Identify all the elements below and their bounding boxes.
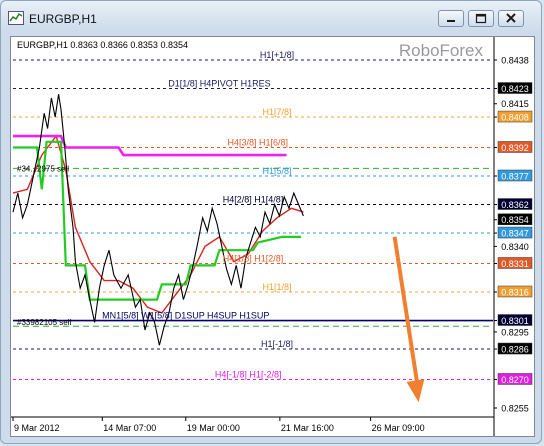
- title-bar[interactable]: EURGBP,H1: [1, 1, 543, 35]
- time-label: 26 Mar 09:00: [372, 423, 425, 433]
- level-label: H1[+1/8]: [260, 50, 294, 60]
- time-label: 19 Mar 00:00: [187, 423, 240, 433]
- minimize-icon: [447, 20, 455, 22]
- price-label: 0.8270: [501, 375, 529, 385]
- chart-window: EURGBP,H1 EURGBP,H1 0.8363 0.8366 0.8353…: [0, 0, 542, 444]
- level-label: MN1[5/8] W1[5/8] D1SUP H4SUP H1SUP: [102, 311, 269, 321]
- close-button[interactable]: [498, 10, 524, 27]
- level-label: H1[1/8]: [262, 282, 291, 292]
- forecast-arrow-head: [406, 379, 425, 403]
- level-label: D1[1/8] H4PIVOT H1RES: [168, 79, 270, 89]
- level-label: H4[-1/8] H1[-2/8]: [215, 369, 282, 379]
- price-label: 0.8255: [501, 404, 529, 414]
- level-label: H1[7/8]: [262, 107, 291, 117]
- price-label: 0.8316: [501, 288, 529, 298]
- price-label: 0.8415: [501, 99, 529, 109]
- price-label: 0.8377: [501, 172, 529, 182]
- symbol-info: EURGBP,H1 0.8363 0.8366 0.8353 0.8354: [17, 40, 188, 50]
- level-label: H1[5/8]: [262, 166, 291, 176]
- price-label: 0.8301: [501, 316, 529, 326]
- price-label: 0.8423: [501, 84, 529, 94]
- time-label: 14 Mar 07:00: [103, 423, 156, 433]
- price-label: 0.8331: [501, 259, 529, 269]
- level-label: H4[3/8] H1[6/8]: [228, 137, 289, 147]
- price-label: 0.8392: [501, 143, 529, 153]
- chart-canvas[interactable]: EURGBP,H1 0.8363 0.8366 0.8353 0.8354 Rob…: [11, 37, 534, 436]
- level-label: H4[2/8] H1[4/8]: [223, 195, 284, 205]
- window-title: EURGBP,H1: [29, 12, 97, 26]
- forecast-arrow-shaft: [392, 236, 421, 393]
- level-label: H1[-1/8]: [261, 339, 293, 349]
- price-label: 0.8347: [501, 229, 529, 239]
- price-label: 0.8354: [501, 215, 529, 225]
- minimize-button[interactable]: [438, 10, 464, 27]
- time-label: 21 Mar 16:00: [281, 423, 334, 433]
- price-chart[interactable]: EURGBP,H1 0.8363 0.8366 0.8353 0.8354 Rob…: [10, 36, 535, 437]
- price-label: 0.8408: [501, 113, 529, 123]
- time-label: 9 Mar 2012: [14, 423, 60, 433]
- price-label: 0.8362: [501, 200, 529, 210]
- chart-icon: [8, 11, 24, 25]
- close-icon: [506, 13, 516, 23]
- restore-button[interactable]: [468, 10, 494, 27]
- red-ma-line: [12, 134, 304, 314]
- price-line: [12, 94, 304, 346]
- price-label: 0.8438: [501, 56, 529, 66]
- price-label: 0.8340: [501, 242, 529, 252]
- price-label: 0.8286: [501, 345, 529, 355]
- order-label: #33982105 sell: [17, 318, 71, 327]
- level-label: H4[1/8] H1[2/8]: [223, 253, 284, 263]
- restore-icon: [475, 13, 487, 24]
- watermark-text: RoboForex: [399, 41, 484, 60]
- price-label: 0.8295: [501, 327, 529, 337]
- order-label: #34...2975 sell: [17, 164, 69, 173]
